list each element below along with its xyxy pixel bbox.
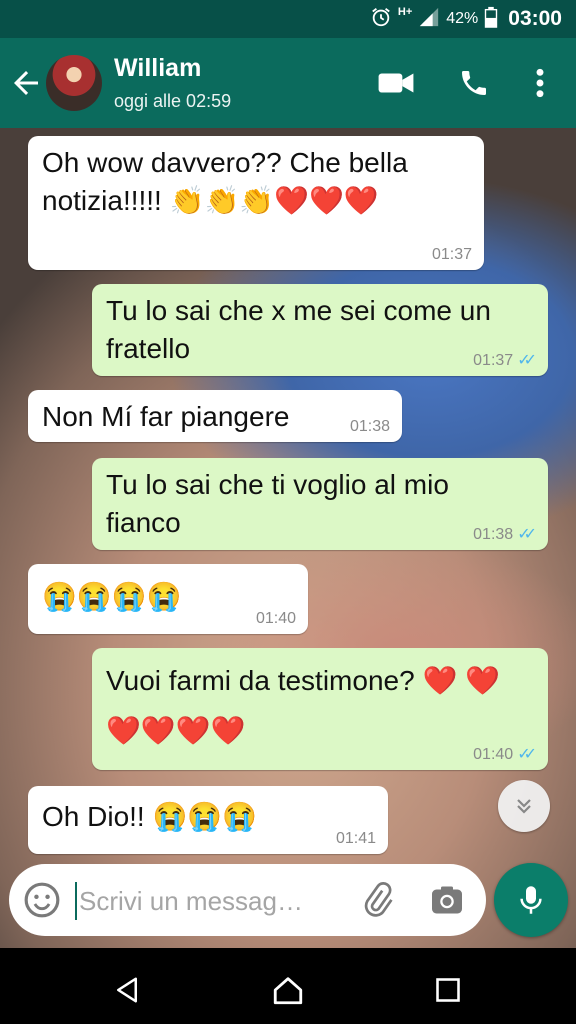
more-vert-icon <box>536 68 544 98</box>
battery-icon <box>484 6 498 33</box>
nav-home-button[interactable] <box>268 970 308 1010</box>
more-options-button[interactable] <box>520 63 560 103</box>
alarm-icon <box>370 6 392 33</box>
battery-percent: 42% <box>446 10 479 27</box>
message-time: 01:40 <box>473 746 514 763</box>
emoji-icon <box>24 882 60 918</box>
system-navigation-bar <box>0 948 576 1024</box>
double-chevron-down-icon <box>517 799 531 814</box>
status-time: 03:00 <box>508 7 562 30</box>
chat-area[interactable]: Oh wow davvero?? Che bella notizia!!!!! … <box>0 128 576 948</box>
message-outgoing[interactable]: Tu lo sai che x me sei come un fratello … <box>92 284 548 376</box>
video-call-button[interactable] <box>376 63 416 103</box>
message-incoming[interactable]: Oh wow davvero?? Che bella notizia!!!!! … <box>28 136 484 270</box>
nav-recents-button[interactable] <box>428 970 468 1010</box>
back-button[interactable] <box>8 65 44 101</box>
scroll-to-bottom-button[interactable] <box>498 780 550 832</box>
message-incoming[interactable]: Non Mí far piangere 01:38 <box>28 390 402 442</box>
message-time: 01:41 <box>335 830 376 847</box>
signal-icon <box>418 6 440 33</box>
message-text: Vuoi farmi da testimone? ❤️ ❤️❤️❤️❤️❤️ <box>106 665 500 746</box>
message-time: 01:37 <box>473 352 514 369</box>
message-time: 01:38 <box>473 526 514 543</box>
message-outgoing[interactable]: Vuoi farmi da testimone? ❤️ ❤️❤️❤️❤️❤️ 0… <box>92 648 548 770</box>
nav-recents-icon <box>436 978 460 1002</box>
read-ticks-icon: ✓✓ <box>517 746 537 763</box>
message-outgoing[interactable]: Tu lo sai che ti voglio al mio fianco 01… <box>92 458 548 550</box>
read-ticks-icon: ✓✓ <box>517 352 537 369</box>
network-type: H+ <box>397 6 413 18</box>
paperclip-icon <box>364 882 393 917</box>
chat-header: William oggi alle 02:59 <box>0 38 576 128</box>
back-arrow-icon <box>14 71 38 95</box>
nav-back-icon <box>117 977 137 1003</box>
message-input[interactable] <box>75 882 341 920</box>
message-incoming[interactable]: Oh Dio!! 😭😭😭 01:41 <box>28 786 388 854</box>
read-ticks-icon: ✓✓ <box>517 526 537 543</box>
message-text: Non Mí far piangere <box>42 401 290 432</box>
emoji-button[interactable] <box>23 881 61 919</box>
phone-call-button[interactable] <box>454 63 494 103</box>
video-call-icon <box>378 73 414 93</box>
status-bar: H+ 42% 03:00 <box>0 0 576 38</box>
attach-button[interactable] <box>359 882 395 918</box>
message-time: 01:38 <box>349 418 390 435</box>
message-time: 01:37 <box>431 246 472 263</box>
nav-home-icon <box>273 977 303 1005</box>
message-text: Oh wow davvero?? Che bella notizia!!!!! … <box>42 147 408 216</box>
message-text: Tu lo sai che x me sei come un fratello <box>106 295 491 364</box>
message-text: Tu lo sai che ti voglio al mio fianco <box>106 469 449 538</box>
nav-back-button[interactable] <box>107 970 147 1010</box>
phone-call-icon <box>462 71 486 95</box>
contact-name[interactable]: William <box>114 54 201 83</box>
microphone-icon <box>520 886 542 914</box>
message-composer <box>9 864 486 936</box>
message-text: Oh Dio!! 😭😭😭 <box>42 801 258 832</box>
message-incoming[interactable]: 😭😭😭😭 01:40 <box>28 564 308 634</box>
camera-button[interactable] <box>429 882 465 918</box>
voice-message-button[interactable] <box>494 863 568 937</box>
camera-icon <box>432 886 462 914</box>
avatar[interactable] <box>46 55 102 111</box>
last-seen: oggi alle 02:59 <box>114 91 232 111</box>
message-time: 01:40 <box>255 610 296 627</box>
